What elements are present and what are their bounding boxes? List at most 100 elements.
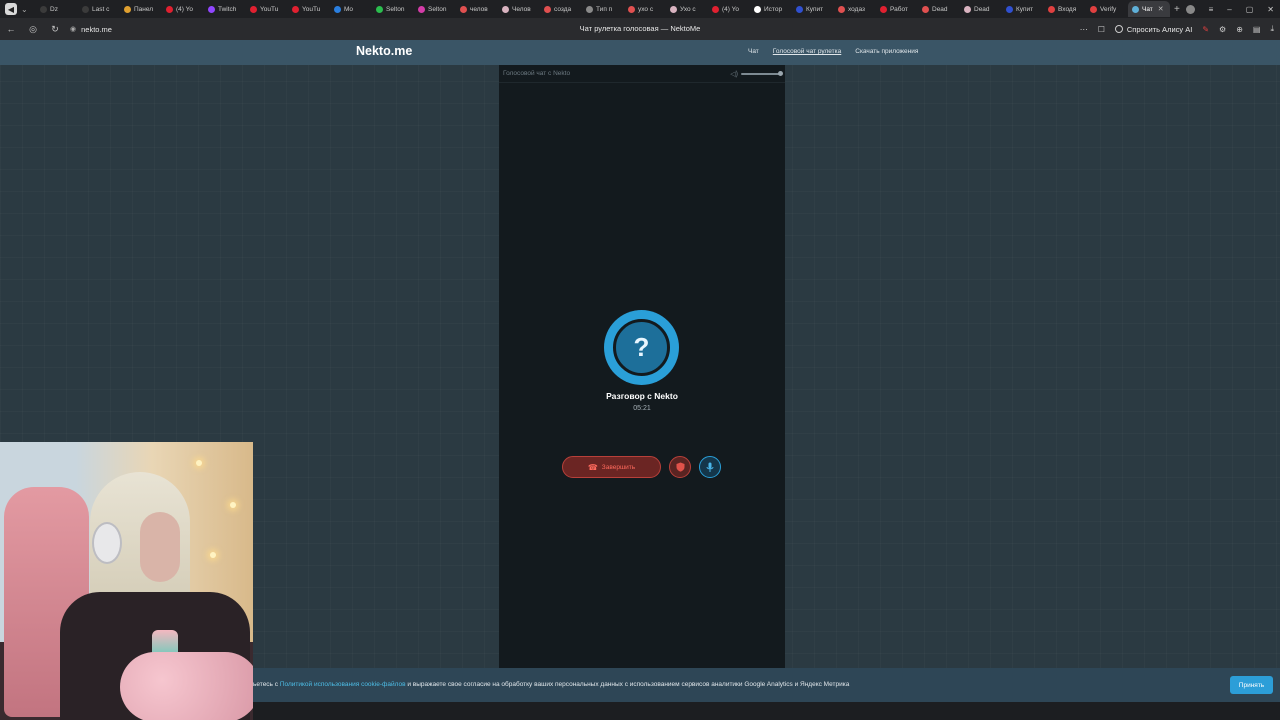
browser-tab[interactable]: Купит <box>1002 1 1044 17</box>
tab-favicon-icon <box>586 5 593 13</box>
tab-label: Dz <box>50 5 58 13</box>
peer-avatar: ? <box>604 310 679 385</box>
collections-icon[interactable]: ▤ <box>1253 25 1261 34</box>
maximize-button[interactable]: ▢ <box>1246 5 1254 14</box>
peer-name: Разговор с Nekto <box>606 391 678 401</box>
browser-menu[interactable]: ◀ ⌄ <box>0 0 36 18</box>
browser-tab[interactable]: (4) Yo <box>708 1 750 17</box>
streamer-face <box>140 512 180 582</box>
tab-label: (4) Yo <box>722 5 739 13</box>
cookie-text-start: ьетесь с <box>253 681 280 688</box>
cookie-policy-link[interactable]: Политикой использования cookie-файлов <box>280 681 406 688</box>
volume-control[interactable]: ◁) <box>730 70 783 78</box>
end-call-button[interactable]: ☎ Завершить <box>562 456 661 478</box>
browser-tab[interactable]: Twitch <box>204 1 246 17</box>
browser-tab[interactable]: Dead <box>960 1 1002 17</box>
address-bar-actions: ⋯ ☐ Спросить Алису AI ✎ ⚙ ⊕ ▤ ⤓ <box>1080 18 1274 40</box>
minimize-button[interactable]: – <box>1227 5 1231 14</box>
tab-label: Купит <box>806 5 824 13</box>
tab-label: YouTu <box>260 5 279 13</box>
browser-tab[interactable]: Dead <box>918 1 960 17</box>
new-tab-button[interactable]: + <box>1174 4 1180 15</box>
browser-tab[interactable]: Selton <box>372 1 414 17</box>
chevron-down-icon[interactable]: ⌄ <box>21 5 28 14</box>
browser-tab[interactable]: Selton <box>414 1 456 17</box>
shield-report-icon <box>676 462 684 472</box>
tab-favicon-icon <box>838 5 845 13</box>
tab-label: Тип п <box>596 5 613 13</box>
tab-favicon-icon <box>334 5 341 13</box>
tab-favicon-icon <box>880 5 887 13</box>
call-controls: ☎ Завершить <box>562 456 721 478</box>
browser-tab[interactable]: Ухо с <box>666 1 708 17</box>
accept-cookies-button[interactable]: Принять <box>1230 676 1273 694</box>
tab-favicon-icon <box>754 5 761 13</box>
tab-label: ходаз <box>848 5 865 13</box>
settings-icon[interactable]: ⚙ <box>1219 25 1226 34</box>
shield-icon[interactable]: ◎ <box>22 24 44 35</box>
tab-label: Ухо с <box>680 5 696 13</box>
browser-tab[interactable]: Тип п <box>582 1 624 17</box>
more-icon[interactable]: ⋯ <box>1080 25 1088 34</box>
browser-tab[interactable]: (4) Yo <box>162 1 204 17</box>
browser-tab[interactable]: Mo <box>330 1 372 17</box>
browser-tab[interactable]: Dz <box>36 1 78 17</box>
site-info-icon[interactable]: ◉ <box>70 25 76 33</box>
tab-label: Mo <box>344 5 354 13</box>
speaker-icon: ◁) <box>730 70 738 78</box>
back-button[interactable]: ← <box>0 24 22 34</box>
site-header: Nekto.me Чат Голосовой чат рулетка Скачать… <box>0 40 1280 65</box>
menu-icon[interactable]: ≡ <box>1209 5 1214 14</box>
tab-label: Selton <box>428 5 447 13</box>
extension-icon[interactable]: ✎ <box>1202 25 1209 34</box>
alice-icon <box>1114 25 1123 33</box>
browser-tab[interactable]: Verify <box>1086 1 1128 17</box>
tab-label: Купит <box>1016 5 1034 13</box>
volume-knob[interactable] <box>778 70 783 76</box>
browser-logo-icon[interactable]: ◀ <box>5 3 17 15</box>
browser-tab-bar: ◀ ⌄ Dz Last c Панел (4) Yo Twitch YouTu YouTu M… <box>0 0 1280 18</box>
tab-label: ухо с <box>638 5 654 13</box>
browser-tab[interactable]: Входя <box>1044 1 1086 17</box>
browser-tab[interactable]: Истор <box>750 1 792 17</box>
browser-tab[interactable]: созда <box>540 1 582 17</box>
profile-icon[interactable] <box>1185 4 1195 14</box>
browser-tab[interactable]: челов <box>456 1 498 17</box>
browser-tab[interactable]: Челов <box>498 1 540 17</box>
browser-tab[interactable]: ухо с <box>624 1 666 17</box>
tab-favicon-icon <box>82 5 89 13</box>
volume-slider[interactable] <box>741 70 783 76</box>
site-logo[interactable]: Nekto.me <box>356 44 412 58</box>
report-button[interactable] <box>669 456 691 478</box>
microphone-button[interactable] <box>699 456 721 478</box>
url-text[interactable]: nekto.me <box>81 25 112 34</box>
browser-tab[interactable]: Работ <box>876 1 918 17</box>
bookmark-icon[interactable]: ☐ <box>1098 25 1105 34</box>
site-nav-item[interactable]: Чат <box>748 48 759 55</box>
browser-tab[interactable]: YouTu <box>288 1 330 17</box>
close-tab-icon[interactable]: ✕ <box>1158 5 1164 13</box>
tab-label: Dead <box>932 5 948 13</box>
site-nav: Чат Голосовой чат рулетка Скачать приложен… <box>748 48 918 55</box>
site-nav-item[interactable]: Голосовой чат рулетка <box>773 48 841 55</box>
tab-label: Twitch <box>218 5 237 13</box>
site-nav-item[interactable]: Скачать приложения <box>855 48 918 55</box>
tab-favicon-icon <box>712 5 719 13</box>
browser-tab[interactable]: YouTu <box>246 1 288 17</box>
url-field[interactable]: ◉ nekto.me <box>70 25 112 34</box>
downloads-icon[interactable]: ⊕ <box>1236 25 1243 34</box>
flower-decor <box>120 652 253 720</box>
tab-favicon-icon <box>1090 5 1097 13</box>
browser-tab[interactable]: Чат ✕ <box>1128 1 1170 17</box>
browser-tab[interactable]: ходаз <box>834 1 876 17</box>
ask-alice-button[interactable]: Спросить Алису AI <box>1114 25 1192 34</box>
download-arrow-icon[interactable]: ⤓ <box>1270 24 1274 34</box>
browser-tab[interactable]: Купит <box>792 1 834 17</box>
tab-favicon-icon <box>1006 5 1013 13</box>
reload-button[interactable]: ↻ <box>44 24 66 35</box>
tab-label: Истор <box>764 5 783 13</box>
browser-tab[interactable]: Last c <box>78 1 120 17</box>
close-window-button[interactable]: ✕ <box>1267 5 1274 14</box>
call-timer: 05:21 <box>633 405 651 412</box>
browser-tab[interactable]: Панел <box>120 1 162 17</box>
